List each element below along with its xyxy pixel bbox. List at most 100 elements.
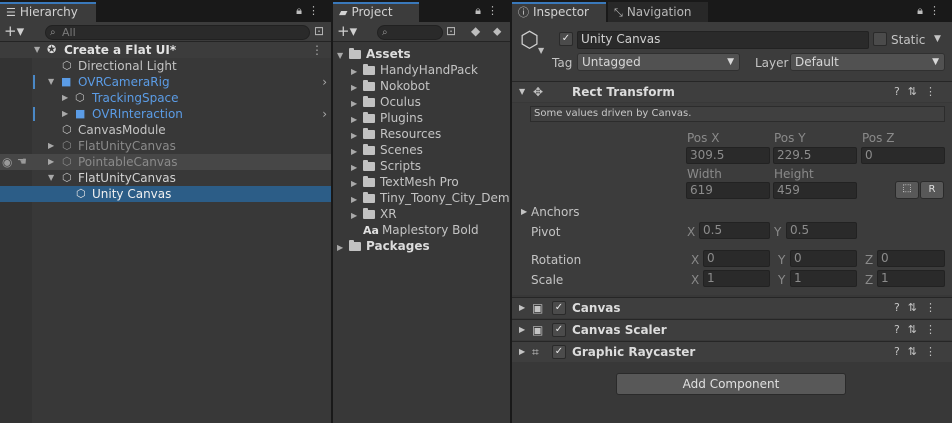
scene-menu-icon[interactable]: ⋮	[311, 42, 323, 58]
lock-icon[interactable]: 🔒︎	[296, 4, 308, 17]
tag-icon[interactable]: ⬥	[493, 24, 501, 39]
icon-dropdown-icon[interactable]: ▼	[538, 46, 544, 55]
expand-arrow-icon[interactable]: ▼	[48, 74, 54, 90]
help-icon[interactable]: ?	[894, 323, 908, 336]
rotation-x-field[interactable]: 0	[703, 250, 770, 267]
hierarchy-item[interactable]: ⬡ Directional Light	[0, 58, 331, 74]
lock-icon[interactable]: 🔒︎	[475, 4, 487, 17]
scale-x-field[interactable]: 1	[703, 270, 770, 287]
component-menu-icon[interactable]: ⋮	[925, 301, 944, 314]
project-folder[interactable]: ▶ Nokobot	[351, 78, 430, 94]
search-filter-icon[interactable]: ⊡	[314, 24, 324, 38]
search-by-type-icon[interactable]: ⊡	[446, 24, 456, 38]
expand-arrow-icon[interactable]: ▼	[34, 42, 40, 58]
pivot-y-field[interactable]: 0.5	[786, 222, 857, 239]
hierarchy-item[interactable]: ◉ ☚ ▶ ⬡ PointableCanvas	[0, 154, 331, 170]
more-icon[interactable]: ⋮	[929, 4, 946, 17]
component-menu-icon[interactable]: ⋮	[925, 345, 944, 358]
collapse-arrow-icon[interactable]: ▶	[337, 240, 349, 256]
width-field[interactable]: 619	[686, 182, 770, 199]
hierarchy-item-selected[interactable]: ⬡ Unity Canvas	[0, 186, 331, 202]
expand-arrow-icon[interactable]: ▼	[48, 170, 54, 186]
lock-icon[interactable]: 🔒︎	[917, 4, 929, 17]
raw-edit-button[interactable]: R	[920, 181, 944, 199]
hierarchy-item[interactable]: ▼ ⬡ FlatUnityCanvas	[0, 170, 331, 186]
canvas-scaler-component-header[interactable]: ▶ ▣ ✓ Canvas Scaler ?⇅⋮	[512, 319, 952, 340]
help-icon[interactable]: ?	[894, 301, 908, 314]
project-folder[interactable]: ▶ XR	[351, 206, 397, 222]
project-folder[interactable]: ▶ Resources	[351, 126, 441, 142]
collapse-arrow-icon[interactable]: ▶	[62, 106, 68, 122]
create-button[interactable]: +▾	[337, 23, 357, 39]
gameobject-cube-icon[interactable]: ⬡	[520, 28, 539, 53]
open-prefab-chevron-icon[interactable]: ›	[322, 74, 327, 90]
component-menu-icon[interactable]: ⋮	[925, 323, 944, 336]
collapse-arrow-icon[interactable]: ▶	[48, 154, 54, 170]
collapse-arrow-icon[interactable]: ▶	[351, 208, 363, 224]
scale-y-field[interactable]: 1	[790, 270, 857, 287]
collapse-arrow-icon[interactable]: ▶	[519, 320, 525, 340]
canvas-enabled-checkbox[interactable]: ✓	[552, 301, 566, 315]
component-menu-icon[interactable]: ⋮	[925, 85, 944, 98]
rotation-z-field[interactable]: 0	[877, 250, 945, 267]
pos-z-field[interactable]: 0	[861, 147, 945, 164]
add-component-button[interactable]: Add Component	[616, 373, 846, 395]
collapse-arrow-icon[interactable]: ▶	[519, 298, 525, 318]
open-prefab-chevron-icon[interactable]: ›	[322, 106, 327, 122]
hierarchy-item[interactable]: ▶ ⬡ FlatUnityCanvas	[0, 138, 331, 154]
project-folder[interactable]: ▶ TextMesh Pro	[351, 174, 459, 190]
help-icon[interactable]: ?	[894, 85, 908, 98]
pickable-hand-icon[interactable]: ☚	[17, 154, 27, 170]
graphic-raycaster-component-header[interactable]: ▶ ⌗ ✓ Graphic Raycaster ?⇅⋮	[512, 341, 952, 362]
presets-icon[interactable]: ⇅	[908, 85, 925, 98]
anchors-arrow-icon[interactable]: ▶	[521, 207, 527, 216]
expand-arrow-icon[interactable]: ▼	[337, 48, 349, 64]
anchors-label[interactable]: Anchors	[531, 204, 580, 220]
collapse-arrow-icon[interactable]: ▶	[62, 90, 68, 106]
tab-hierarchy[interactable]: ☰ Hierarchy	[0, 2, 96, 22]
project-folder[interactable]: ▶ Scripts	[351, 158, 421, 174]
pos-y-field[interactable]: 229.5	[773, 147, 857, 164]
font-asset[interactable]: Aa Maplestory Bold	[363, 222, 479, 238]
hierarchy-item[interactable]: ⬡ CanvasModule	[0, 122, 331, 138]
visibility-eye-icon[interactable]: ◉	[2, 154, 12, 170]
rotation-y-field[interactable]: 0	[790, 250, 857, 267]
hierarchy-item[interactable]: ▼ ■ OVRCameraRig ›	[0, 74, 331, 90]
create-button[interactable]: +▾	[4, 23, 24, 39]
tab-project[interactable]: ▰ Project	[333, 2, 419, 22]
more-icon[interactable]: ⋮	[308, 4, 325, 17]
search-input[interactable]: ⌕ All	[45, 25, 310, 40]
static-checkbox[interactable]	[873, 32, 887, 46]
rect-transform-header[interactable]: ▼ ✥ Rect Transform ?⇅⋮	[512, 81, 952, 102]
presets-icon[interactable]: ⇅	[908, 345, 925, 358]
blueprint-mode-button[interactable]: ⬚	[895, 181, 919, 199]
static-dropdown-icon[interactable]: ▼	[934, 34, 941, 44]
layer-dropdown[interactable]: Default ▼	[790, 53, 945, 71]
project-search-input[interactable]: ⌕	[377, 25, 443, 40]
canvas-component-header[interactable]: ▶ ▣ ✓ Canvas ?⇅⋮	[512, 297, 952, 318]
pos-x-field[interactable]: 309.5	[686, 147, 770, 164]
more-icon[interactable]: ⋮	[487, 4, 504, 17]
tab-inspector[interactable]: ⓘ Inspector	[512, 2, 606, 22]
help-icon[interactable]: ?	[894, 345, 908, 358]
hierarchy-item[interactable]: ▶ ■ OVRInteraction ›	[0, 106, 331, 122]
presets-icon[interactable]: ⇅	[908, 301, 925, 314]
project-folder[interactable]: ▶ Scenes	[351, 142, 423, 158]
scale-z-field[interactable]: 1	[877, 270, 945, 287]
object-name-field[interactable]: Unity Canvas	[577, 31, 869, 49]
collapse-arrow-icon[interactable]: ▶	[48, 138, 54, 154]
presets-icon[interactable]: ⇅	[908, 323, 925, 336]
tab-navigation[interactable]: ⤡ Navigation	[608, 2, 708, 22]
tag-dropdown[interactable]: Untagged ▼	[577, 53, 740, 71]
graphic-raycaster-enabled-checkbox[interactable]: ✓	[552, 345, 566, 359]
assets-folder[interactable]: ▼ Assets	[337, 46, 411, 62]
collapse-arrow-icon[interactable]: ▶	[519, 342, 525, 362]
packages-folder[interactable]: ▶ Packages	[337, 238, 430, 254]
height-field[interactable]: 459	[773, 182, 857, 199]
active-checkbox[interactable]: ✓	[559, 32, 573, 46]
search-by-label-icon[interactable]: ◆	[471, 24, 480, 38]
pivot-x-field[interactable]: 0.5	[699, 222, 770, 239]
scene-row[interactable]: ▼ ✪ Create a Flat UI* ⋮	[0, 42, 331, 58]
project-folder[interactable]: ▶ Plugins	[351, 110, 423, 126]
project-folder[interactable]: ▶ Tiny_Toony_City_Demo	[351, 190, 510, 206]
